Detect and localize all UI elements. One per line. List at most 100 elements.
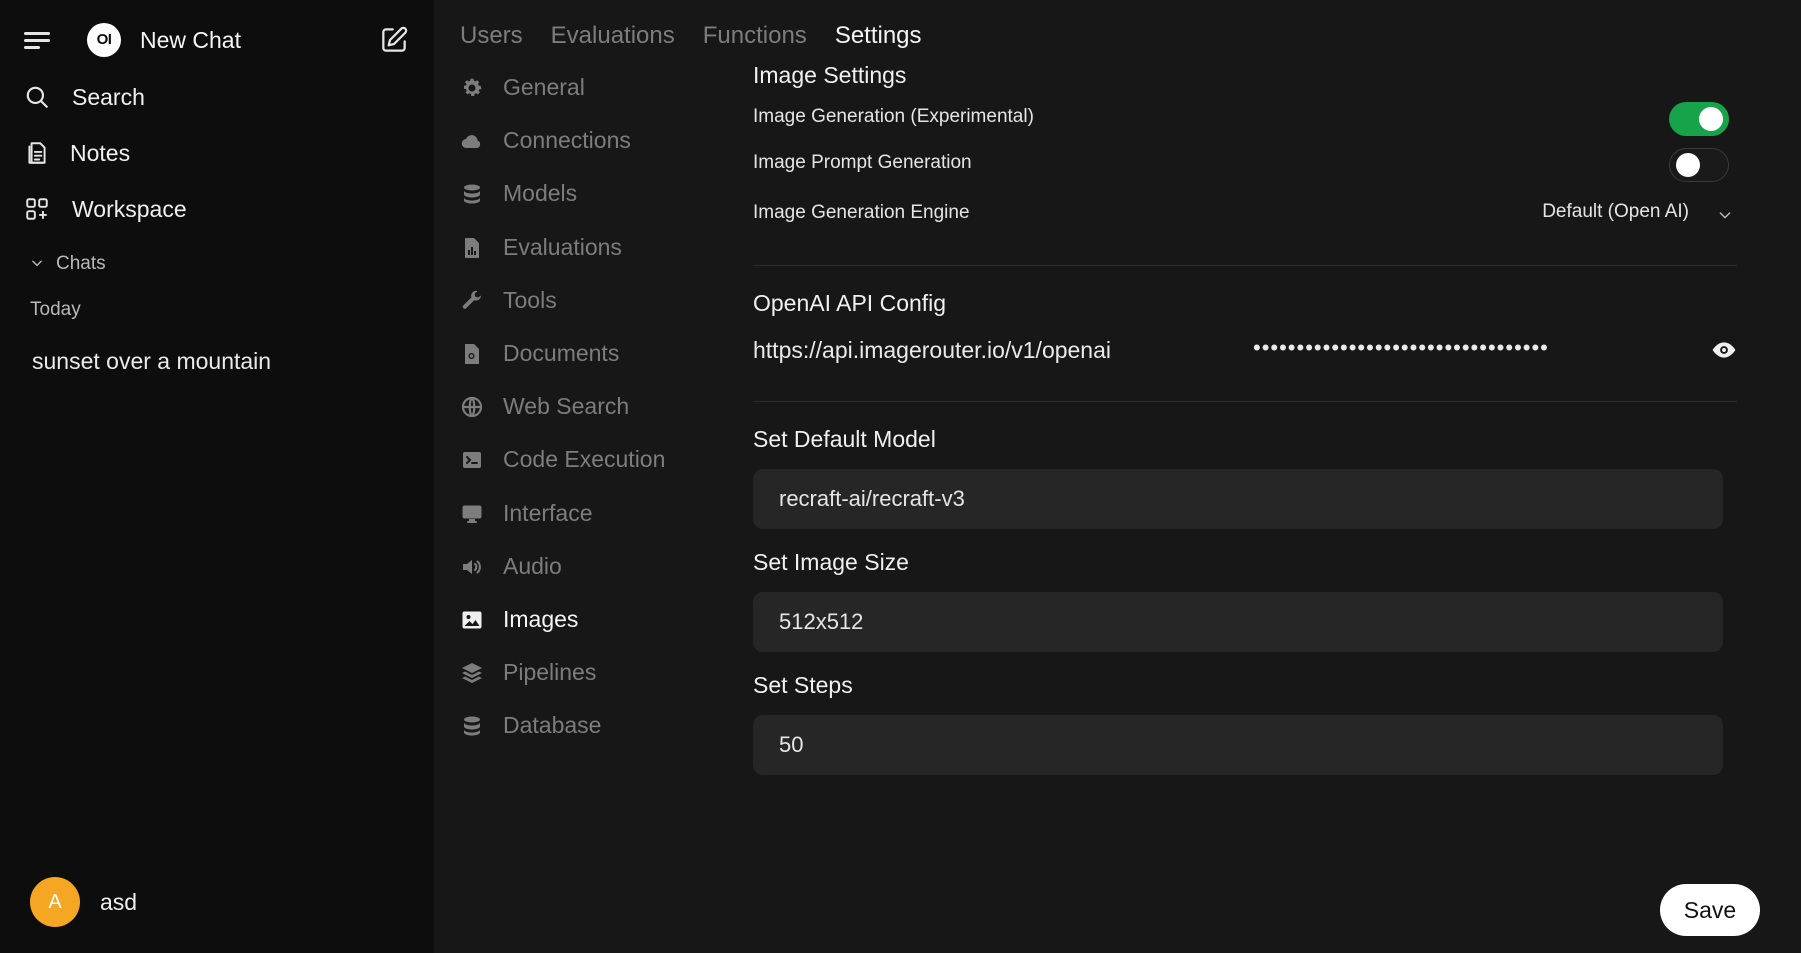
api-base-url-field[interactable]: https://api.imagerouter.io/v1/openai	[753, 337, 1111, 364]
chat-list-item[interactable]: sunset over a mountain	[18, 342, 418, 382]
settings-nav-label: Images	[503, 605, 579, 632]
api-config-row: https://api.imagerouter.io/v1/openai •••…	[753, 329, 1737, 375]
steps-input[interactable]	[753, 715, 1723, 775]
gear-icon	[464, 78, 482, 96]
default-model-label: Set Default Model	[753, 426, 936, 452]
settings-nav-images[interactable]: Images	[460, 602, 690, 655]
settings-nav-label: Database	[503, 712, 602, 739]
monitor-icon	[462, 505, 482, 523]
document-chart-icon	[465, 237, 479, 258]
new-chat-label[interactable]: New Chat	[140, 27, 241, 54]
settings-nav: General Connections Models Evaluations T…	[460, 70, 690, 761]
tab-settings[interactable]: Settings	[835, 22, 922, 50]
image-settings-title: Image Settings	[753, 62, 907, 88]
settings-nav-audio[interactable]: Audio	[460, 549, 690, 602]
steps-group: Set Steps	[753, 672, 1737, 775]
settings-nav-pipelines[interactable]: Pipelines	[460, 655, 690, 708]
image-engine-row: Image Generation Engine Default (Open AI…	[753, 191, 1737, 237]
image-size-group: Set Image Size	[753, 549, 1737, 652]
sidebar-item-label: Workspace	[72, 196, 187, 222]
terminal-icon	[463, 452, 481, 469]
settings-nav-database[interactable]: Database	[460, 708, 690, 761]
document-search-icon	[465, 343, 479, 364]
globe-icon	[461, 397, 483, 418]
image-prompt-generation-toggle[interactable]	[1669, 148, 1729, 182]
section-divider	[753, 401, 1737, 402]
settings-nav-label: Evaluations	[503, 233, 622, 260]
api-key-masked: ••••••••••••••••••••••••••••••••••	[1253, 335, 1549, 360]
settings-nav-models[interactable]: Models	[460, 176, 690, 229]
settings-nav-web-search[interactable]: Web Search	[460, 389, 690, 442]
image-settings-panel: Image Settings Image Generation (Experim…	[753, 62, 1737, 795]
wrench-icon	[462, 290, 482, 309]
app-root: OI New Chat Search Notes Workspace Chats…	[0, 0, 1801, 953]
settings-nav-label: Documents	[503, 339, 620, 366]
sidebar-header: OI New Chat	[0, 18, 434, 62]
settings-nav-evaluations[interactable]: Evaluations	[460, 230, 690, 283]
api-config-title: OpenAI API Config	[753, 290, 947, 316]
settings-nav-label: Web Search	[503, 393, 630, 420]
image-size-label: Set Image Size	[753, 549, 909, 575]
settings-nav-label: Code Execution	[503, 446, 666, 473]
settings-nav-connections[interactable]: Connections	[460, 123, 690, 176]
sidebar-item-workspace[interactable]: Workspace	[0, 186, 434, 230]
image-engine-select[interactable]: Default (Open AI)	[1493, 201, 1733, 229]
chat-group-today: Today	[30, 299, 81, 320]
avatar: A	[30, 877, 80, 927]
eye-icon[interactable]	[1711, 337, 1737, 363]
image-size-input[interactable]	[753, 592, 1723, 652]
settings-nav-label: Audio	[503, 552, 562, 579]
settings-nav-label: Tools	[503, 286, 557, 313]
settings-nav-label: General	[503, 74, 585, 100]
sidebar-item-label: Notes	[70, 140, 131, 166]
image-engine-label: Image Generation Engine	[753, 202, 970, 223]
settings-nav-code-execution[interactable]: Code Execution	[460, 442, 690, 495]
notes-icon	[28, 142, 46, 164]
settings-nav-general[interactable]: General	[460, 70, 690, 123]
image-engine-value: Default (Open AI)	[1542, 201, 1689, 222]
image-prompt-generation-label: Image Prompt Generation	[753, 152, 972, 173]
tab-functions[interactable]: Functions	[703, 22, 807, 50]
admin-tabs: Users Evaluations Functions Settings	[460, 22, 922, 50]
username: asd	[100, 889, 138, 915]
speaker-icon	[463, 559, 481, 574]
api-key-field[interactable]: ••••••••••••••••••••••••••••••••••	[1253, 335, 1693, 365]
steps-label: Set Steps	[753, 672, 853, 698]
image-generation-toggle[interactable]	[1669, 102, 1729, 136]
image-generation-row: Image Generation (Experimental)	[753, 95, 1737, 141]
image-icon	[462, 611, 482, 629]
sidebar-item-notes[interactable]: Notes	[0, 130, 434, 174]
image-generation-label: Image Generation (Experimental)	[753, 106, 1034, 127]
workspace-icon	[26, 198, 48, 220]
chats-section-label: Chats	[56, 253, 106, 274]
settings-nav-tools[interactable]: Tools	[460, 283, 690, 336]
app-logo[interactable]: OI	[87, 23, 121, 57]
settings-nav-label: Pipelines	[503, 659, 597, 686]
settings-nav-interface[interactable]: Interface	[460, 496, 690, 549]
cloud-icon	[461, 135, 481, 149]
menu-toggle-icon[interactable]	[24, 29, 52, 51]
chevron-down-icon	[1719, 212, 1731, 219]
tab-evaluations[interactable]: Evaluations	[551, 22, 675, 50]
sidebar-item-search[interactable]: Search	[0, 74, 434, 118]
user-menu[interactable]: A asd	[30, 877, 410, 927]
sidebar-item-label: Search	[72, 84, 145, 110]
default-model-group: Set Default Model	[753, 426, 1737, 529]
settings-nav-documents[interactable]: Documents	[460, 336, 690, 389]
section-divider	[753, 265, 1737, 266]
settings-nav-label: Connections	[503, 127, 631, 154]
image-prompt-generation-row: Image Prompt Generation	[753, 141, 1737, 187]
chevron-down-icon	[32, 260, 42, 267]
layers-icon	[462, 663, 482, 684]
database-icon	[464, 716, 480, 736]
admin-main: Users Evaluations Functions Settings Gen…	[434, 0, 1801, 953]
save-button[interactable]: Save	[1660, 884, 1760, 936]
settings-nav-label: Interface	[503, 499, 593, 526]
settings-nav-label: Models	[503, 180, 578, 207]
sidebar: OI New Chat Search Notes Workspace Chats…	[0, 0, 434, 953]
default-model-input[interactable]	[753, 469, 1723, 529]
search-icon	[26, 86, 48, 108]
new-chat-edit-icon[interactable]	[378, 24, 410, 56]
tab-users[interactable]: Users	[460, 22, 523, 50]
database-icon	[464, 184, 480, 204]
